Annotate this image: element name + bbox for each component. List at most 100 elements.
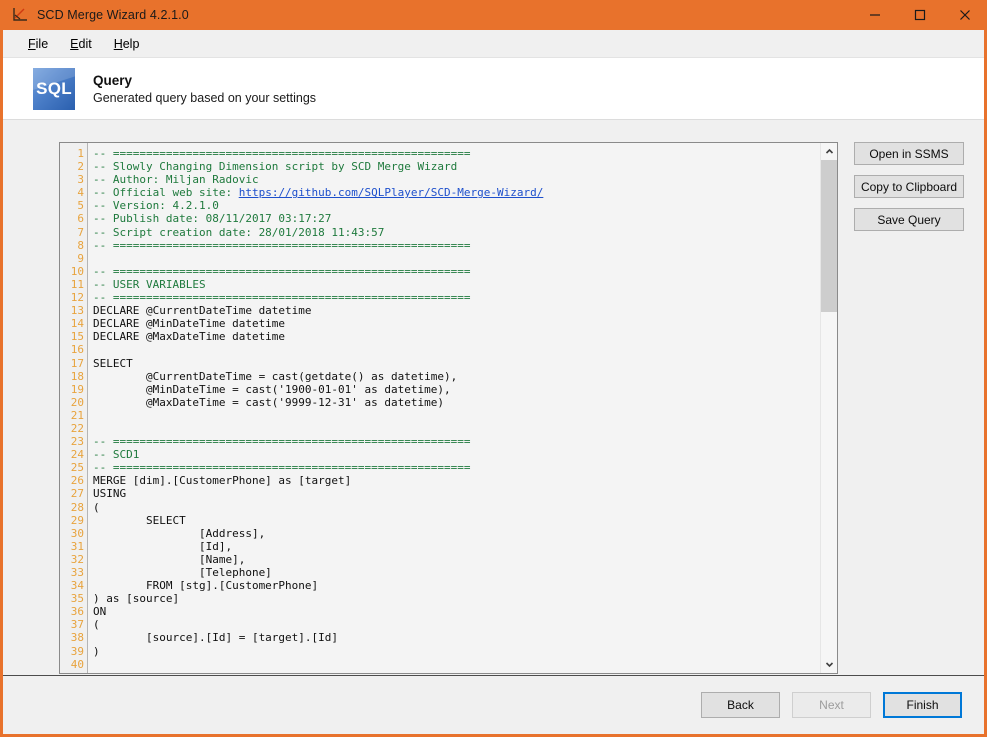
- line-number: 5: [77, 199, 84, 213]
- code-line: -- Official web site: https://github.com…: [93, 186, 837, 199]
- menu-item-help[interactable]: Help: [103, 33, 151, 55]
- code-line: [Name],: [93, 552, 246, 566]
- menu-item-edit[interactable]: Edit: [59, 33, 103, 55]
- line-number: 29: [70, 513, 84, 527]
- menu-bar: File Edit Help: [3, 30, 984, 58]
- line-number: 40: [70, 657, 84, 671]
- line-number: 37: [70, 618, 84, 632]
- window-title: SCD Merge Wizard 4.2.1.0: [37, 8, 189, 22]
- open-in-ssms-button[interactable]: Open in SSMS: [854, 142, 964, 165]
- line-number: 4: [77, 186, 84, 200]
- line-number: 27: [70, 487, 84, 501]
- code-line: MERGE [dim].[CustomerPhone] as [target]: [93, 474, 352, 488]
- line-number: 33: [70, 566, 84, 579]
- query-code-text[interactable]: -- =====================================…: [88, 143, 837, 673]
- menu-label: dit: [78, 36, 92, 51]
- finish-button[interactable]: Finish: [883, 692, 962, 718]
- sql-comment: -- SCD1: [93, 448, 140, 462]
- code-line: [Telephone]: [93, 566, 272, 579]
- page-body: 1 2 3 4 5 6 7 8 9 10 11 12 13 14 15 16 17 18 19 20 21 22 23 24 2…: [3, 120, 984, 675]
- scrollbar-thumb[interactable]: [820, 160, 837, 312]
- sql-comment: -- =====================================…: [93, 238, 471, 252]
- line-number: 26: [70, 474, 84, 488]
- code-line: DECLARE @MaxDateTime datetime: [93, 330, 286, 344]
- line-number: 14: [70, 317, 84, 331]
- code-line: -- =====================================…: [93, 239, 837, 252]
- scrollbar-track[interactable]: [820, 160, 837, 656]
- code-line: (: [93, 500, 100, 514]
- code-line: -- Version: 4.2.1.0: [93, 199, 837, 212]
- code-line: (: [93, 618, 100, 632]
- menu-item-file[interactable]: File: [17, 33, 59, 55]
- sql-icon-label: SQL: [36, 78, 72, 98]
- editor-vertical-scrollbar[interactable]: [820, 143, 837, 673]
- line-number: 19: [70, 382, 84, 396]
- code-line: ): [93, 644, 100, 658]
- maximize-icon[interactable]: [897, 0, 942, 30]
- line-number: 21: [70, 408, 84, 422]
- line-number: 16: [70, 343, 84, 357]
- copy-to-clipboard-button[interactable]: Copy to Clipboard: [854, 175, 964, 198]
- page-title: Query: [93, 72, 133, 88]
- sql-comment: -- =====================================…: [93, 461, 471, 475]
- code-line: -- Author: Miljan Radovic: [93, 173, 837, 186]
- code-line: @CurrentDateTime = cast(getdate() as dat…: [93, 369, 458, 383]
- line-number: 36: [70, 605, 84, 619]
- menu-mnemonic: E: [70, 36, 79, 51]
- app-window: SCD Merge Wizard 4.2.1.0 File Edit Help …: [0, 0, 987, 737]
- line-number: 23: [70, 435, 84, 449]
- code-line: -- =====================================…: [93, 435, 837, 448]
- code-line: [Id],: [93, 539, 233, 553]
- sql-icon: SQL: [33, 67, 75, 110]
- window-controls: [852, 0, 987, 30]
- line-number: 12: [70, 291, 84, 305]
- code-line: -- =====================================…: [93, 291, 837, 304]
- code-line: -- =====================================…: [93, 265, 837, 278]
- back-button[interactable]: Back: [701, 692, 780, 718]
- sql-comment: -- Slowly Changing Dimension script by S…: [93, 160, 458, 174]
- line-number: 10: [70, 264, 84, 278]
- line-number: 25: [70, 461, 84, 475]
- page-subtitle: Generated query based on your settings: [93, 90, 317, 105]
- menu-mnemonic: H: [113, 36, 123, 51]
- code-line: SELECT: [93, 356, 133, 370]
- minimize-icon[interactable]: [852, 0, 897, 30]
- code-line: -- =====================================…: [93, 461, 837, 474]
- code-line: -- USER VARIABLES: [93, 278, 837, 291]
- save-query-button[interactable]: Save Query: [854, 208, 964, 231]
- sql-comment: -- Publish date: 08/11/2017 03:17:27: [93, 212, 332, 226]
- code-line: -- Script creation date: 28/01/2018 11:4…: [93, 226, 837, 239]
- code-line: DECLARE @CurrentDateTime datetime: [93, 304, 312, 318]
- code-line: [source].[Id] = [target].[Id]: [93, 631, 339, 645]
- chart-axes-icon: [11, 6, 29, 24]
- code-line: ) as [source]: [93, 592, 180, 606]
- code-line: -- Publish date: 08/11/2017 03:17:27: [93, 212, 837, 225]
- query-editor[interactable]: 1 2 3 4 5 6 7 8 9 10 11 12 13 14 15 16 17 18 19 20 21 22 23 24 2…: [59, 142, 838, 674]
- line-number-gutter: 1 2 3 4 5 6 7 8 9 10 11 12 13 14 15 16 17 18 19 20 21 22 23 24 2…: [60, 143, 88, 673]
- code-line: [Address],: [93, 526, 266, 540]
- line-number: 1: [77, 147, 84, 160]
- title-bar: SCD Merge Wizard 4.2.1.0: [0, 0, 987, 30]
- chevron-down-icon[interactable]: [821, 656, 838, 673]
- code-line: -- Slowly Changing Dimension script by S…: [93, 160, 837, 173]
- sql-comment: -- =====================================…: [93, 291, 471, 305]
- sql-comment: -- =====================================…: [93, 264, 471, 278]
- code-line: ON: [93, 605, 107, 619]
- close-icon[interactable]: [942, 0, 987, 30]
- code-line: -- SCD1: [93, 448, 837, 461]
- menu-label: elp: [122, 36, 140, 51]
- code-line: @MinDateTime = cast('1900-01-01' as date…: [93, 382, 451, 396]
- line-number: 30: [70, 526, 84, 540]
- sql-comment: -- Version: 4.2.1.0: [93, 199, 219, 213]
- line-number: 3: [77, 173, 84, 187]
- project-url-link[interactable]: https://github.com/SQLPlayer/SCD-Merge-W…: [239, 186, 544, 199]
- sql-comment: -- USER VARIABLES: [93, 277, 206, 291]
- menu-mnemonic: F: [28, 36, 36, 51]
- code-line: FROM [stg].[CustomerPhone]: [93, 579, 319, 593]
- line-number: 2: [77, 160, 84, 174]
- chevron-up-icon[interactable]: [821, 143, 838, 160]
